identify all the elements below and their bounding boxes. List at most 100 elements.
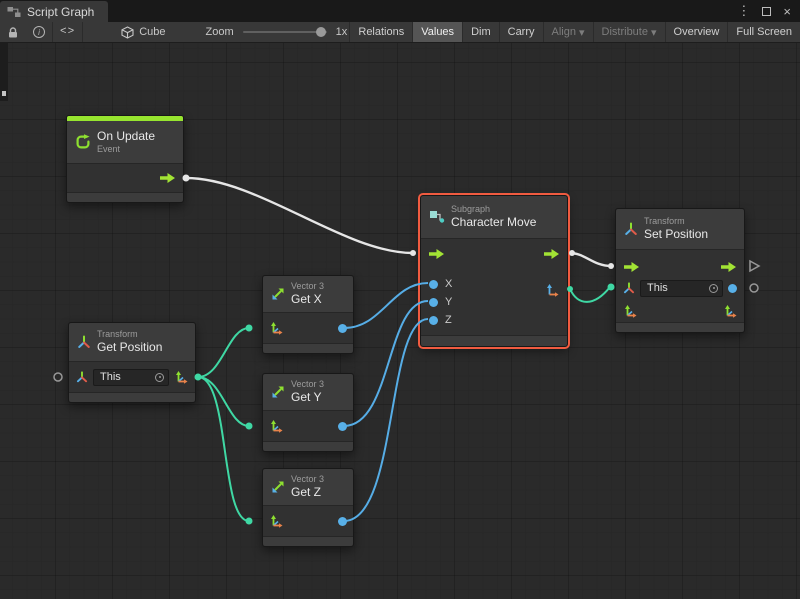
node-footer xyxy=(67,193,183,202)
zoom-label: Zoom xyxy=(206,26,234,38)
zoom-slider-handle[interactable] xyxy=(316,27,326,37)
port-label-z: Z xyxy=(445,314,452,326)
flow-output-port[interactable] xyxy=(721,262,736,272)
cube-icon xyxy=(121,26,134,39)
node-on-update[interactable]: On Update Event xyxy=(66,115,184,203)
wire-getposition-to-gety[interactable] xyxy=(198,377,249,426)
value-input-port-setposition[interactable] xyxy=(608,284,615,291)
zoom-slider[interactable] xyxy=(243,31,327,33)
tab-script-graph[interactable]: Script Graph xyxy=(0,1,108,22)
vector-gizmo-icon[interactable] xyxy=(174,370,188,384)
lock-icon xyxy=(7,26,19,39)
wire-gety-to-y[interactable] xyxy=(344,301,428,426)
node-get-position[interactable]: Transform Get Position This xyxy=(68,322,196,403)
overview-button[interactable]: Overview xyxy=(665,22,728,42)
canvas-sidebar-handle[interactable] xyxy=(0,43,8,101)
toolbar-separator xyxy=(82,22,83,42)
node-footer xyxy=(263,537,353,546)
vector-gizmo-icon xyxy=(269,514,283,528)
wire-onupdate-to-charactermove[interactable] xyxy=(186,178,413,253)
flow-input-port[interactable] xyxy=(624,262,639,272)
target-input-port-getposition[interactable] xyxy=(54,373,62,381)
vector-gizmo-icon[interactable] xyxy=(723,304,737,318)
script-graph-icon xyxy=(7,6,21,18)
wire-endpoint xyxy=(569,250,575,256)
target-field[interactable]: This xyxy=(640,280,723,297)
toolbar-buttons: Relations Values Dim Carry Align ▾ Distr… xyxy=(349,22,800,42)
wire-getz-to-z[interactable] xyxy=(344,319,428,521)
button-label: Dim xyxy=(471,26,491,38)
value-output-port[interactable] xyxy=(338,517,347,526)
graph-toolbar: i <> Cube Zoom 1x Relations Values xyxy=(0,22,800,43)
transform-icon xyxy=(77,335,91,349)
vector-output-gizmo-icon[interactable] xyxy=(545,283,559,297)
window-controls: ⋮ × xyxy=(737,0,800,22)
wire-getposition-to-getz[interactable] xyxy=(198,377,249,521)
maximize-icon[interactable] xyxy=(762,7,771,16)
node-get-x[interactable]: Vector 3 Get X xyxy=(262,275,354,354)
dim-button[interactable]: Dim xyxy=(462,22,499,42)
value-input-port-y[interactable] xyxy=(429,298,438,307)
graph-canvas[interactable]: On Update Event Transfo xyxy=(0,43,800,599)
close-icon[interactable]: × xyxy=(783,4,791,19)
flow-continue-port-setposition[interactable] xyxy=(750,261,759,271)
node-header: Vector 3 Get Y xyxy=(263,374,353,410)
tab-title: Script Graph xyxy=(27,5,94,19)
tab-bar: Script Graph ⋮ × xyxy=(0,0,800,22)
lock-button[interactable] xyxy=(0,22,26,42)
node-ports xyxy=(263,312,353,344)
value-input-port-getz[interactable] xyxy=(246,518,253,525)
flow-output-port[interactable] xyxy=(160,173,175,183)
values-button[interactable]: Values xyxy=(412,22,462,42)
full-screen-button[interactable]: Full Screen xyxy=(727,22,800,42)
menu-icon[interactable]: ⋮ xyxy=(737,3,750,19)
relations-button[interactable]: Relations xyxy=(349,22,412,42)
object-picker-icon[interactable] xyxy=(709,284,718,293)
value-output-port-setposition[interactable] xyxy=(750,284,758,292)
node-get-y[interactable]: Vector 3 Get Y xyxy=(262,373,354,452)
vector3-icon xyxy=(271,385,285,399)
value-input-port-x[interactable] xyxy=(429,280,438,289)
wire-getposition-to-getx[interactable] xyxy=(198,328,249,377)
value-output-port[interactable] xyxy=(728,284,737,293)
vector-gizmo-icon xyxy=(269,321,283,335)
transform-icon xyxy=(623,282,635,294)
node-ports xyxy=(263,505,353,537)
vector-gizmo-icon xyxy=(269,419,283,433)
node-category: Transform xyxy=(644,216,708,227)
node-subtitle: Event xyxy=(97,144,155,155)
value-input-port-getx[interactable] xyxy=(246,325,253,332)
node-character-move[interactable]: Subgraph Character Move X Y xyxy=(420,195,568,347)
flow-input-port[interactable] xyxy=(429,249,444,259)
zoom-control: Zoom 1x xyxy=(206,26,348,38)
value-output-port[interactable] xyxy=(338,324,347,333)
target-field[interactable]: This xyxy=(93,369,169,386)
chevron-down-icon: ▾ xyxy=(579,26,585,39)
object-picker-icon[interactable] xyxy=(155,373,164,382)
node-header: Vector 3 Get X xyxy=(263,276,353,312)
carry-button[interactable]: Carry xyxy=(499,22,543,42)
align-button[interactable]: Align ▾ xyxy=(543,22,593,42)
node-footer xyxy=(616,323,744,332)
script-graph-window: Script Graph ⋮ × i <> xyxy=(0,0,800,599)
flow-output-port[interactable] xyxy=(544,249,559,259)
value-output-port[interactable] xyxy=(338,422,347,431)
code-icon: <> xyxy=(60,26,75,38)
distribute-button[interactable]: Distribute ▾ xyxy=(593,22,665,42)
target-object[interactable]: Cube xyxy=(121,26,165,39)
info-button[interactable]: i xyxy=(26,22,52,42)
node-set-position[interactable]: Transform Set Position xyxy=(615,208,745,333)
transform-icon xyxy=(76,371,88,383)
vector-gizmo-icon[interactable] xyxy=(623,304,637,318)
node-ports: X Y Z xyxy=(421,238,567,336)
value-input-port-gety[interactable] xyxy=(246,423,253,430)
edit-script-button[interactable]: <> xyxy=(53,22,82,42)
info-icon: i xyxy=(33,26,45,38)
value-input-port-z[interactable] xyxy=(429,316,438,325)
wire-getx-to-x[interactable] xyxy=(344,283,428,328)
node-title: Get Position xyxy=(97,340,162,355)
vector3-icon xyxy=(271,480,285,494)
wire-charactermove-to-setposition[interactable] xyxy=(570,253,611,266)
node-get-z[interactable]: Vector 3 Get Z xyxy=(262,468,354,547)
wire-charactermove-to-setposition-value[interactable] xyxy=(570,287,610,302)
